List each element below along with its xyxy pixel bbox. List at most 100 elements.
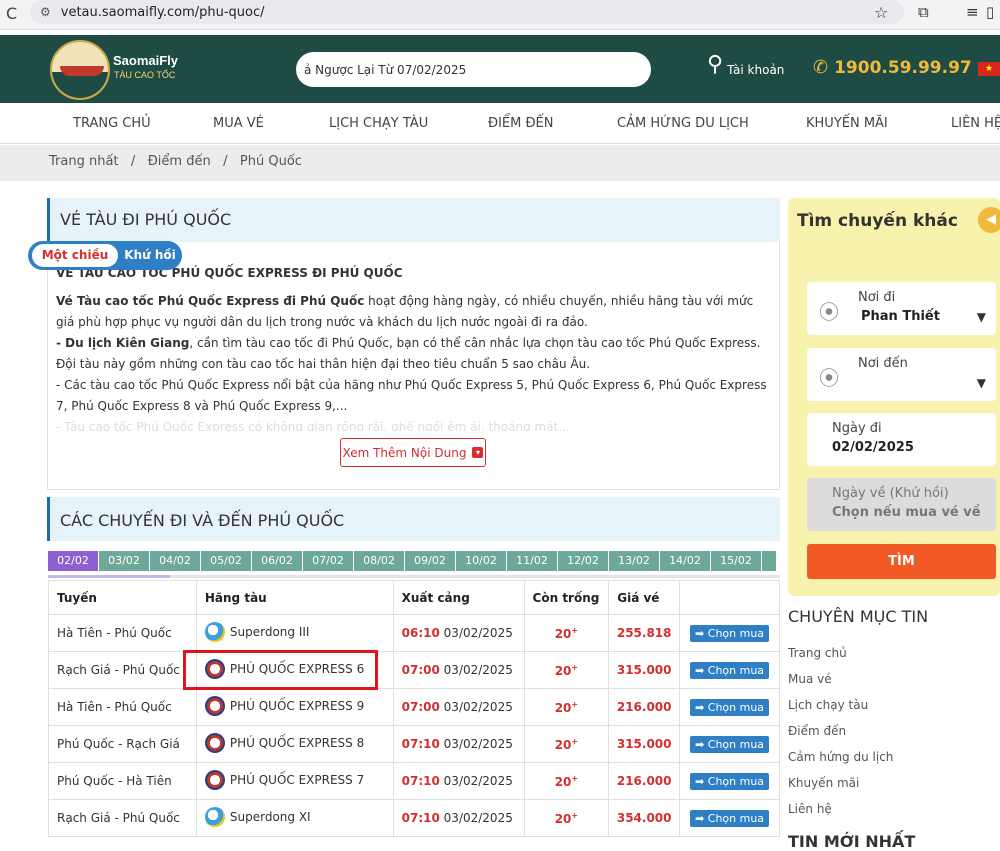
browser-toolbar: C ⚙ vetau.saomaifly.com/phu-quoc/ ☆ ⧉ ≡ … [0, 0, 1000, 30]
departure-date: 03/02/2025 [443, 700, 513, 714]
superdong-icon [204, 806, 225, 827]
main-menu: TRANG CHỦ MUA VÉ LỊCH CHẠY TÀU ĐIỂM ĐẾN … [0, 104, 1000, 144]
col-route: Tuyến [48, 580, 197, 615]
choose-buy-button[interactable]: ➡ Chọn mua [690, 624, 770, 642]
ship-name: Superdong III [229, 624, 310, 639]
departure-cell: 07:10 03/02/2025 [392, 799, 525, 837]
read-more-button[interactable]: Xem Thêm Nội Dung ▾ [340, 438, 486, 467]
return-date-label: Ngày về (Khứ hồi) [832, 486, 949, 501]
ship-name: PHÚ QUỐC EXPRESS 7 [229, 772, 365, 787]
date-tabs-overflow[interactable] [762, 551, 777, 571]
speaker-icon[interactable]: ◀ [978, 207, 1000, 233]
action-cell: ➡ Chọn mua [679, 688, 780, 726]
one-way-option[interactable]: Một chiều [32, 244, 118, 267]
category-link-destinations[interactable]: Điểm đến [788, 718, 893, 744]
search-value: ả Ngược Lại Từ 07/02/2025 [304, 62, 467, 77]
date-tab[interactable]: 09/02 [405, 551, 456, 571]
date-tab[interactable]: 11/02 [507, 551, 558, 571]
category-link-inspiration[interactable]: Cảm hứng du lịch [788, 744, 893, 770]
date-tab[interactable]: 03/02 [99, 551, 150, 571]
date-tab[interactable]: 10/02 [456, 551, 507, 571]
date-tab[interactable]: 14/02 [660, 551, 711, 571]
route-cell: Rạch Giá - Phú Quốc [48, 651, 197, 689]
saomaifly-logo[interactable] [50, 40, 110, 100]
location-pin-icon: ⦿ [819, 300, 839, 324]
category-link-home[interactable]: Trang chủ [788, 640, 893, 666]
depart-date-input[interactable]: Ngày đi 02/02/2025 [807, 413, 996, 466]
date-tab[interactable]: 15/02 [711, 551, 762, 571]
hotline[interactable]: ✆ 1900.59.99.97 [813, 57, 972, 78]
departure-time: 07:10 [401, 811, 440, 825]
menu-item-home[interactable]: TRANG CHỦ [73, 116, 151, 131]
table-row: Phú Quốc - Rạch Giá PHÚ QUỐC EXPRESS 8 0… [48, 725, 780, 763]
action-cell: ➡ Chọn mua [679, 614, 780, 652]
route-cell: Phú Quốc - Rạch Giá [48, 725, 197, 763]
operator-cell: Superdong III [195, 614, 394, 652]
origin-label: Nơi đi [858, 290, 896, 305]
vietnam-flag-icon[interactable]: ★ [978, 62, 1000, 76]
menu-item-contact[interactable]: LIÊN HỆ [951, 116, 1000, 131]
departure-cell: 07:10 03/02/2025 [392, 725, 525, 763]
menu-item-schedule[interactable]: LỊCH CHẠY TÀU [329, 116, 428, 131]
seats-cell: 20+ [523, 651, 610, 689]
reload-icon[interactable]: C [6, 4, 17, 23]
choose-buy-button[interactable]: ➡ Chọn mua [690, 809, 770, 827]
date-tab[interactable]: 06/02 [252, 551, 303, 571]
side-panel-icon[interactable]: ▯ [986, 3, 994, 21]
menu-item-buy-ticket[interactable]: MUA VÉ [213, 116, 264, 131]
date-tab[interactable]: 12/02 [558, 551, 609, 571]
search-button[interactable]: TÌM [807, 544, 996, 579]
date-tab[interactable]: 04/02 [150, 551, 201, 571]
return-date-input[interactable]: Ngày về (Khứ hồi) Chọn nếu mua vé về [807, 478, 996, 531]
departure-time: 07:00 [401, 663, 440, 677]
choose-buy-button[interactable]: ➡ Chọn mua [690, 772, 770, 790]
category-link-promotions[interactable]: Khuyến mãi [788, 770, 893, 796]
breadcrumb-current: Phú Quốc [239, 154, 302, 169]
menu-item-inspiration[interactable]: CẢM HỨNG DU LỊCH [617, 116, 749, 131]
date-tab[interactable]: 07/02 [303, 551, 354, 571]
seats-plus: + [571, 662, 579, 672]
seats-cell: 20+ [523, 614, 610, 652]
menu-item-destinations[interactable]: ĐIỂM ĐẾN [488, 116, 553, 131]
site-info-icon[interactable]: ⚙ [40, 5, 51, 19]
account-link[interactable]: ⚲ Tài khoản [707, 52, 784, 77]
origin-value: Phan Thiết [861, 309, 940, 324]
seats-plus: + [571, 625, 579, 635]
departure-date: 03/02/2025 [443, 811, 513, 825]
date-scrollbar-thumb[interactable] [48, 575, 170, 578]
choose-buy-button[interactable]: ➡ Chọn mua [690, 698, 770, 716]
category-link-buy[interactable]: Mua vé [788, 666, 893, 692]
table-row: Hà Tiên - Phú Quốc PHÚ QUỐC EXPRESS 9 07… [48, 688, 780, 726]
reading-list-icon[interactable]: ≡ [966, 3, 979, 21]
bookmark-star-icon[interactable]: ☆ [874, 3, 888, 22]
date-tab[interactable]: 05/02 [201, 551, 252, 571]
departure-cell: 07:10 03/02/2025 [392, 762, 525, 800]
pq-express-icon [204, 695, 225, 716]
date-tab[interactable]: 02/02 [48, 551, 99, 571]
origin-select[interactable]: ⦿ Nơi đi Phan Thiết ▼ [807, 282, 996, 335]
date-tab[interactable]: 13/02 [609, 551, 660, 571]
destination-select[interactable]: ⦿ Nơi đến ▼ [807, 348, 996, 401]
trips-section-title: CÁC CHUYẾN ĐI VÀ ĐẾN PHÚ QUỐC [60, 511, 345, 530]
date-tab[interactable]: 08/02 [354, 551, 405, 571]
action-cell: ➡ Chọn mua [679, 762, 780, 800]
article-paragraph-2: - Du lịch Kiên Giang, cần tìm tàu cao tố… [56, 333, 772, 375]
breadcrumb-destinations[interactable]: Điểm đến [148, 154, 211, 169]
date-scrollbar[interactable] [48, 575, 780, 578]
round-trip-option[interactable]: Khứ hồi [118, 241, 182, 270]
menu-item-promotions[interactable]: KHUYẾN MÃI [806, 116, 888, 131]
article-paragraph-faded: - Tàu cao tốc Phú Quốc Express có không … [56, 420, 570, 431]
choose-buy-button[interactable]: ➡ Chọn mua [690, 661, 770, 679]
address-bar[interactable]: ⚙ vetau.saomaifly.com/phu-quoc/ [30, 0, 904, 24]
seats-value: 20 [554, 737, 572, 752]
seats-cell: 20+ [523, 762, 610, 800]
category-link-schedule[interactable]: Lịch chạy tàu [788, 692, 893, 718]
breadcrumb-home[interactable]: Trang nhất [49, 154, 119, 169]
departure-date: 03/02/2025 [443, 774, 513, 788]
extensions-icon[interactable]: ⧉ [918, 3, 929, 21]
choose-buy-button[interactable]: ➡ Chọn mua [690, 735, 770, 753]
category-link-contact[interactable]: Liên hệ [788, 796, 893, 822]
seats-cell: 20+ [523, 688, 610, 726]
ship-name: PHÚ QUỐC EXPRESS 8 [229, 735, 365, 750]
header-search-input[interactable]: ả Ngược Lại Từ 07/02/2025 [296, 52, 651, 87]
